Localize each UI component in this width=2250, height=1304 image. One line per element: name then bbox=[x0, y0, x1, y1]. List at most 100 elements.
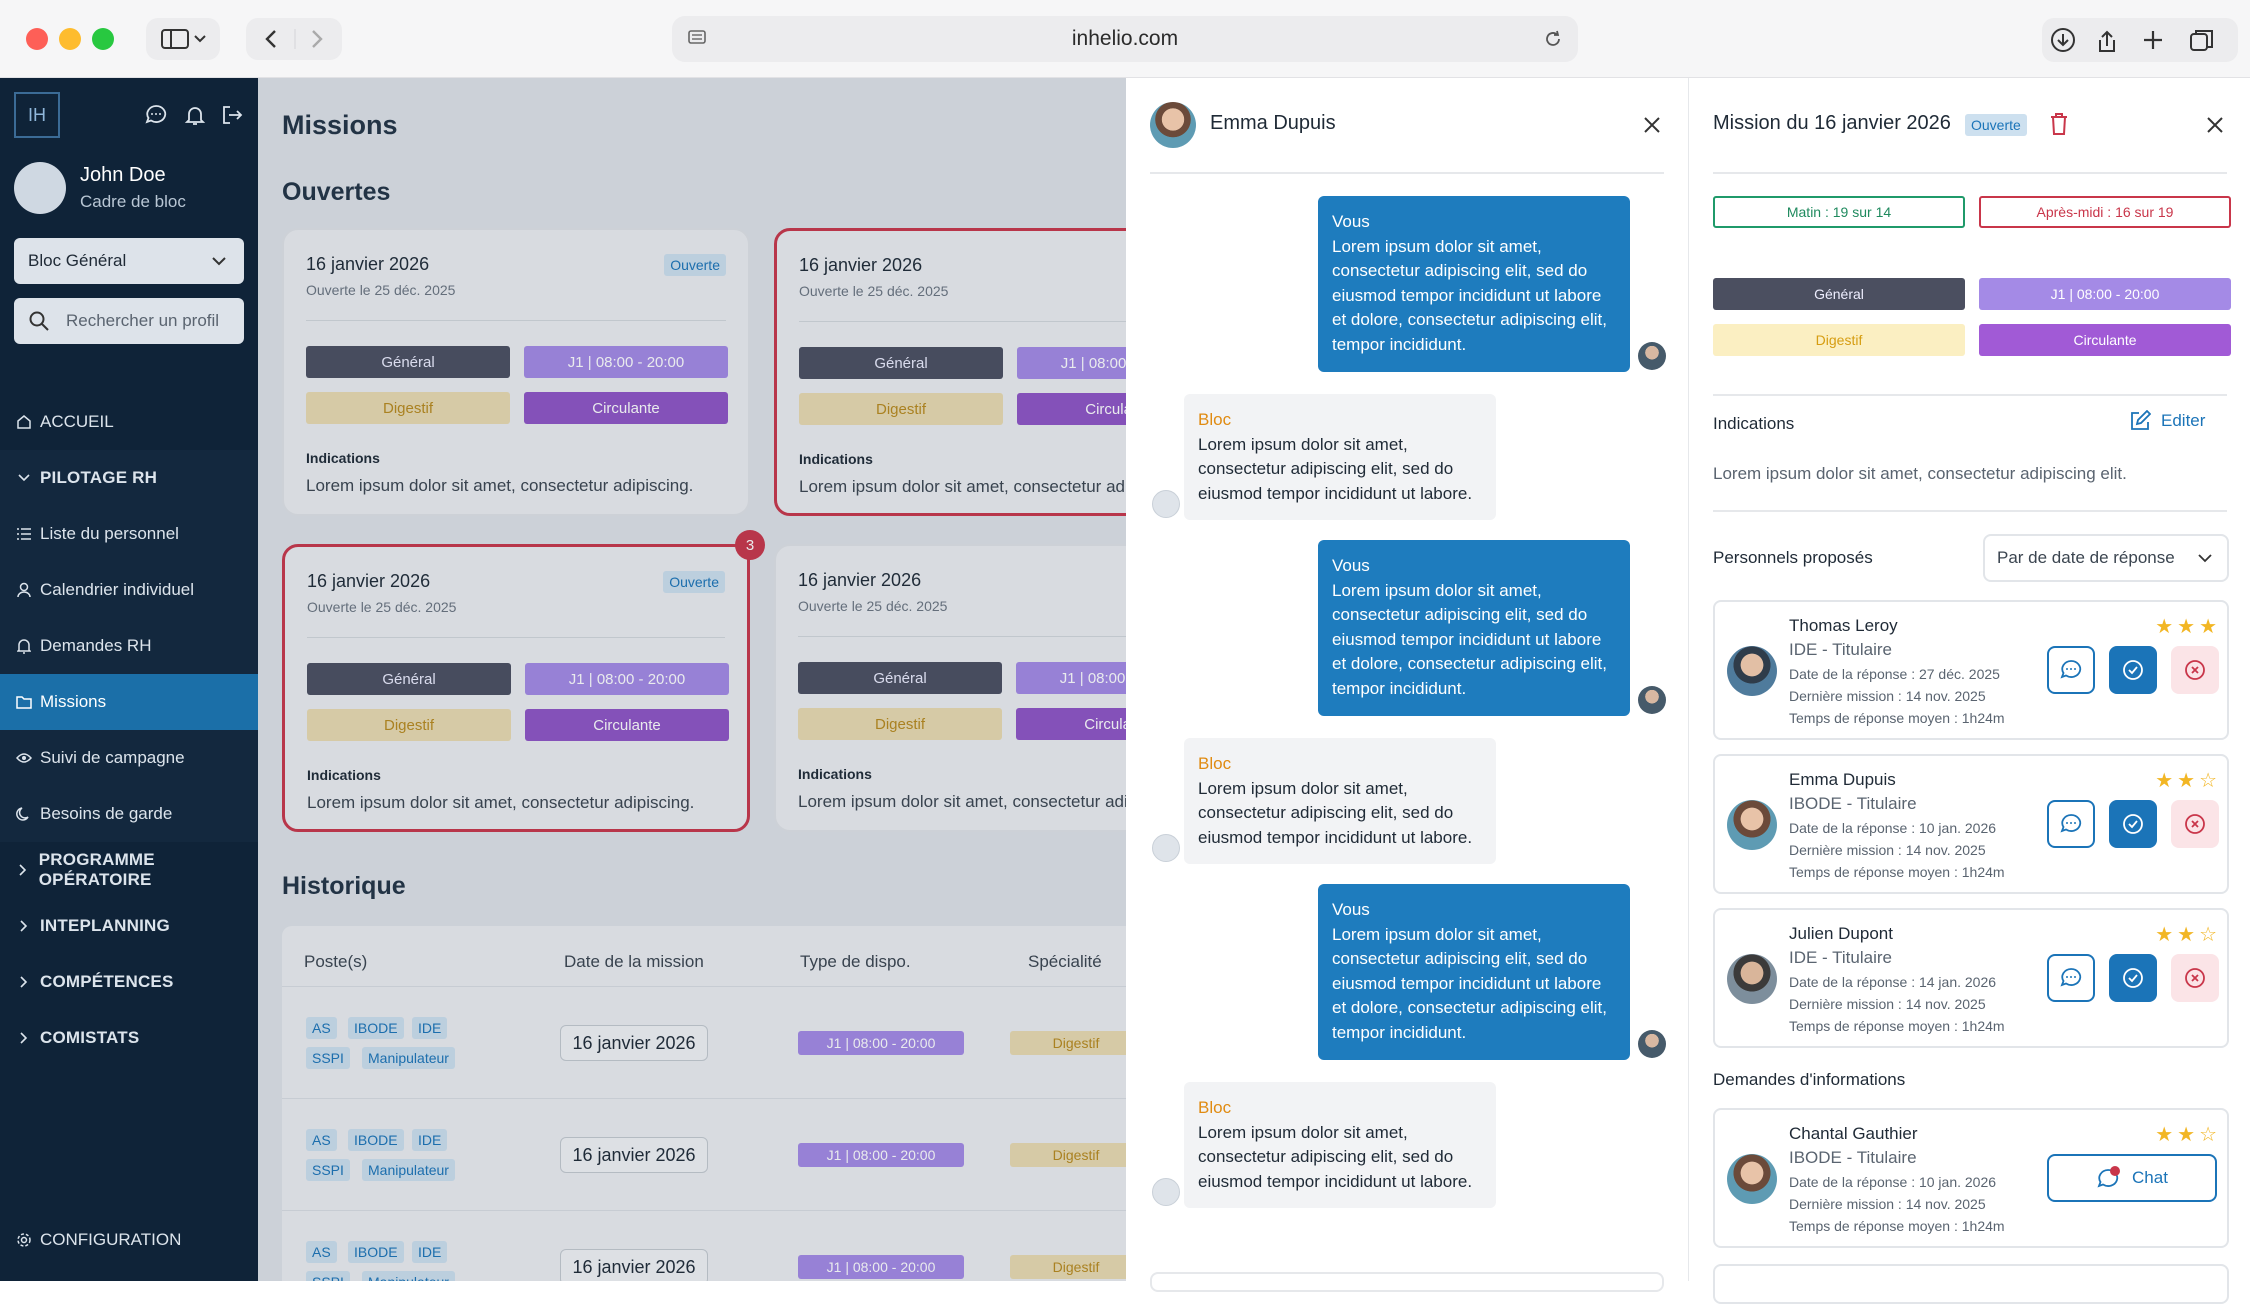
chat-button[interactable]: Chat bbox=[2047, 1154, 2217, 1202]
reject-button[interactable] bbox=[2171, 800, 2219, 848]
message-sent: Vous Lorem ipsum dolor sit amet, consecte… bbox=[1318, 884, 1630, 1060]
chat-contact-name: Emma Dupuis bbox=[1210, 112, 1336, 134]
sidebar-item-inteplanning[interactable]: INTEPLANNING bbox=[0, 898, 258, 954]
message-button[interactable] bbox=[2047, 646, 2095, 694]
proposed-staff-card[interactable]: Julien Dupont IDE - Titulaire Date de la… bbox=[1713, 908, 2229, 1048]
star-icon: ★ bbox=[2155, 770, 2174, 792]
sidebar-item-configuration[interactable]: CONFIGURATION bbox=[0, 1212, 258, 1268]
message-sent: Vous Lorem ipsum dolor sit amet, consecte… bbox=[1318, 196, 1630, 372]
star-icon: ★ bbox=[2177, 616, 2196, 638]
indications-text: Lorem ipsum dolor sit amet, consectetur … bbox=[1713, 464, 2127, 483]
modal-overlay[interactable] bbox=[258, 78, 1126, 1281]
reload-icon[interactable] bbox=[1542, 28, 1564, 50]
sidebar-item-programme-operatoire[interactable]: PROGRAMME OPÉRATOIRE bbox=[0, 842, 258, 898]
close-window-button[interactable] bbox=[26, 28, 48, 50]
browser-toolbar: inhelio.com bbox=[0, 0, 2250, 78]
user-name: John Doe bbox=[80, 164, 166, 186]
chat-avatar bbox=[1150, 102, 1196, 148]
message-text: Lorem ipsum dolor sit amet, consectetur … bbox=[1332, 924, 1607, 1042]
check-circle-icon bbox=[2123, 968, 2143, 988]
sidebar-item-label: ACCUEIL bbox=[40, 412, 114, 431]
info-request-card[interactable]: Chantal Gauthier IBODE - Titulaire Date … bbox=[1713, 1108, 2229, 1248]
avatar bbox=[1727, 800, 1777, 850]
sidebar-item-label: COMPÉTENCES bbox=[40, 972, 174, 991]
message-author: Vous bbox=[1332, 556, 1370, 575]
message-button[interactable] bbox=[2047, 800, 2095, 848]
divider bbox=[1713, 394, 2227, 396]
accept-button[interactable] bbox=[2109, 646, 2157, 694]
chevron-down-icon bbox=[212, 257, 226, 266]
sidebar-item-besoins-garde[interactable]: Besoins de garde bbox=[0, 786, 258, 842]
mission-title: Mission du 16 janvier 2026 bbox=[1713, 112, 1951, 134]
maximize-window-button[interactable] bbox=[92, 28, 114, 50]
profile-search[interactable]: Rechercher un profil bbox=[14, 298, 244, 344]
message-button[interactable] bbox=[2047, 954, 2095, 1002]
user-role: Cadre de bloc bbox=[80, 192, 186, 211]
reject-button[interactable] bbox=[2171, 954, 2219, 1002]
message-author: Vous bbox=[1332, 900, 1370, 919]
message-author: Vous bbox=[1332, 212, 1370, 231]
sidebar-item-liste-personnel[interactable]: Liste du personnel bbox=[0, 506, 258, 562]
staff-role: IDE - Titulaire bbox=[1789, 640, 1892, 659]
page-icon bbox=[688, 30, 706, 44]
sidebar-item-suivi-campagne[interactable]: Suivi de campagne bbox=[0, 730, 258, 786]
bell-icon[interactable] bbox=[183, 103, 207, 127]
share-icon bbox=[2099, 30, 2115, 52]
avatar[interactable] bbox=[14, 162, 66, 214]
download-icon bbox=[2051, 28, 2075, 52]
chat-icon bbox=[2060, 814, 2082, 833]
star-icon: ★ bbox=[2155, 1124, 2174, 1146]
address-bar[interactable]: inhelio.com bbox=[672, 16, 1578, 62]
divider bbox=[1150, 172, 1664, 174]
staff-name: Julien Dupont bbox=[1789, 924, 1893, 943]
tag-shift: J1 | 08:00 - 20:00 bbox=[1979, 278, 2231, 310]
avatar bbox=[1638, 686, 1666, 714]
search-input[interactable]: Rechercher un profil bbox=[66, 311, 219, 331]
tag-general: Général bbox=[1713, 278, 1965, 310]
app-logo[interactable]: IH bbox=[14, 92, 60, 138]
divider bbox=[1713, 510, 2227, 512]
minimize-window-button[interactable] bbox=[59, 28, 81, 50]
accept-button[interactable] bbox=[2109, 800, 2157, 848]
check-circle-icon bbox=[2123, 660, 2143, 680]
staff-last-mission: Dernière mission : 14 nov. 2025 bbox=[1789, 842, 1986, 858]
accept-button[interactable] bbox=[2109, 954, 2157, 1002]
staff-name: Thomas Leroy bbox=[1789, 616, 1898, 635]
sort-select[interactable]: Par de date de réponse bbox=[1983, 534, 2229, 582]
sidebar-icon bbox=[161, 29, 206, 49]
info-request-card[interactable] bbox=[1713, 1264, 2229, 1304]
avatar bbox=[1727, 954, 1777, 1004]
reject-button[interactable] bbox=[2171, 646, 2219, 694]
sidebar-item-demandes-rh[interactable]: Demandes RH bbox=[0, 618, 258, 674]
toolbar-actions bbox=[2042, 18, 2238, 62]
chat-icon bbox=[2060, 660, 2082, 679]
chevron-right-icon bbox=[19, 864, 27, 876]
chevron-down-icon bbox=[18, 474, 30, 482]
sidebar-item-competences[interactable]: COMPÉTENCES bbox=[0, 954, 258, 1010]
trash-icon[interactable] bbox=[2049, 112, 2069, 136]
sidebar-item-accueil[interactable]: ACCUEIL bbox=[0, 394, 258, 450]
sort-value: Par de date de réponse bbox=[1997, 548, 2175, 567]
message-received: Bloc Lorem ipsum dolor sit amet, consecte… bbox=[1184, 738, 1496, 864]
close-icon[interactable] bbox=[1642, 115, 1662, 135]
proposed-staff-card[interactable]: Emma Dupuis IBODE - Titulaire Date de la… bbox=[1713, 754, 2229, 894]
message-input[interactable] bbox=[1150, 1272, 1664, 1292]
avatar bbox=[1152, 1178, 1180, 1206]
x-circle-icon bbox=[2185, 968, 2205, 988]
sidebar-toggle-button[interactable] bbox=[146, 18, 220, 60]
staff-role: IBODE - Titulaire bbox=[1789, 794, 1917, 813]
staff-avg-time: Temps de réponse moyen : 1h24m bbox=[1789, 1218, 2005, 1234]
gear-icon bbox=[17, 1233, 31, 1247]
sidebar-item-comistats[interactable]: COMISTATS bbox=[0, 1010, 258, 1066]
bloc-select[interactable]: Bloc Général bbox=[14, 238, 244, 284]
edit-button[interactable]: Editer bbox=[2129, 410, 2205, 432]
proposed-staff-card[interactable]: Thomas Leroy IDE - Titulaire Date de la … bbox=[1713, 600, 2229, 740]
messages-icon[interactable] bbox=[144, 103, 168, 127]
sidebar-item-calendrier[interactable]: Calendrier individuel bbox=[0, 562, 258, 618]
logout-icon[interactable] bbox=[220, 103, 244, 127]
staff-role: IBODE - Titulaire bbox=[1789, 1148, 1917, 1167]
sidebar-item-pilotage-rh[interactable]: PILOTAGE RH bbox=[0, 450, 258, 506]
sidebar: IH John Doe Cadre de bloc Bloc Général R… bbox=[0, 78, 258, 1281]
close-icon[interactable] bbox=[2205, 115, 2225, 135]
sidebar-item-missions[interactable]: Missions bbox=[0, 674, 258, 730]
